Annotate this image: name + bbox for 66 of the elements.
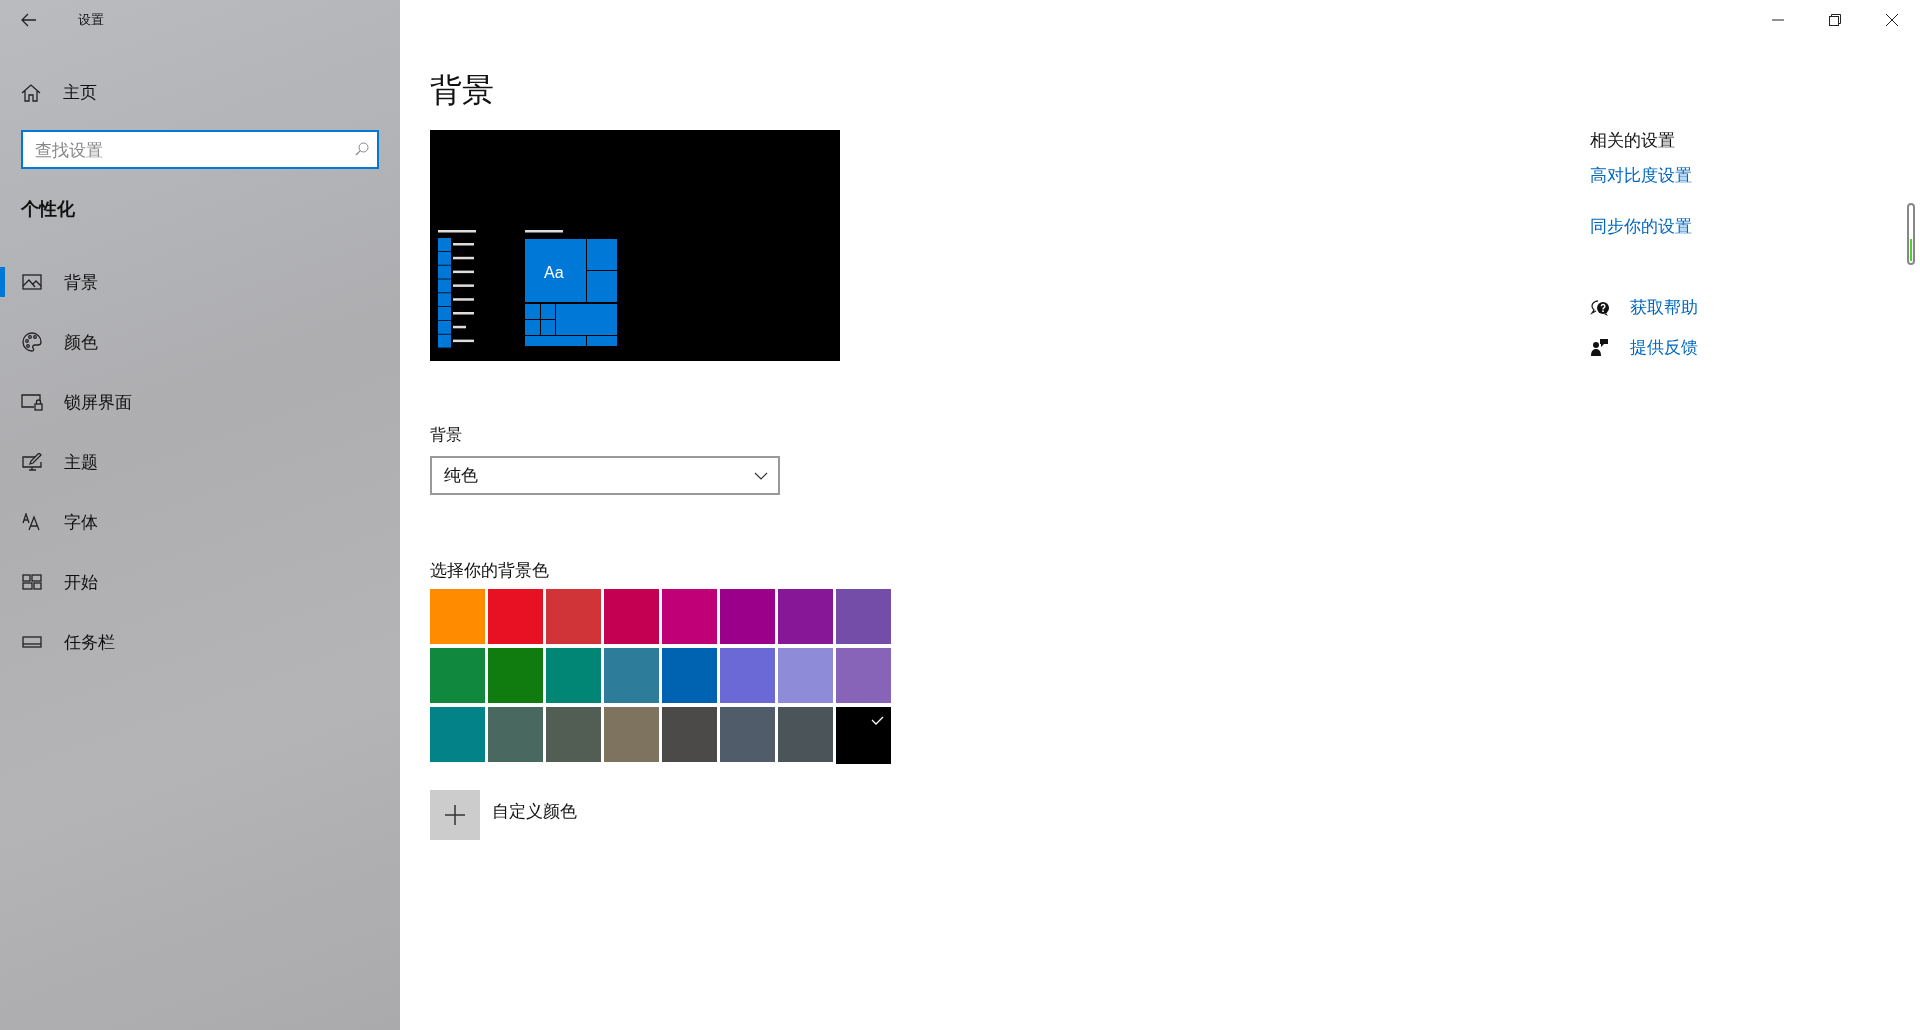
search-icon (355, 142, 369, 156)
picture-icon (22, 274, 42, 290)
home-icon (21, 83, 41, 102)
page-title: 背景 (430, 74, 494, 106)
color-swatch[interactable] (778, 707, 833, 762)
color-swatch[interactable] (720, 589, 775, 644)
tile-label: Aa (544, 264, 564, 281)
color-swatch[interactable] (662, 589, 717, 644)
color-swatch[interactable] (720, 707, 775, 762)
section-label: 选择你的背景色 (430, 559, 549, 582)
nav-item[interactable]: 字体 (0, 492, 400, 552)
color-swatch[interactable] (488, 589, 543, 644)
color-swatch[interactable] (604, 648, 659, 703)
plus-icon (445, 805, 465, 825)
checkmark-icon (871, 716, 884, 725)
nav-item[interactable]: 颜色 (0, 312, 400, 372)
section-heading: 个性化 (21, 197, 76, 221)
font-icon (22, 513, 42, 531)
color-swatch[interactable] (430, 707, 485, 762)
get-help-link[interactable]: 获取帮助 (1630, 296, 1698, 319)
search-field[interactable]: 查找设置 (21, 130, 379, 169)
custom-color-label: 自定义颜色 (492, 800, 577, 823)
feedback-link[interactable]: 提供反馈 (1630, 336, 1698, 359)
settings-link[interactable]: 高对比度设置 (1590, 164, 1692, 187)
color-swatch[interactable] (778, 648, 833, 703)
background-dropdown[interactable]: 纯色 (430, 456, 780, 495)
home-nav-item[interactable]: 主页 (21, 81, 97, 104)
close-icon (1885, 14, 1898, 26)
start-icon (22, 574, 42, 590)
restore-icon (1828, 14, 1841, 26)
feedback-icon (1591, 338, 1609, 357)
color-swatch[interactable] (488, 707, 543, 762)
scroll-indicator (1907, 203, 1915, 265)
color-swatch[interactable] (778, 589, 833, 644)
color-swatch[interactable] (836, 648, 891, 703)
color-swatch[interactable] (430, 589, 485, 644)
nav-item[interactable]: 开始 (0, 552, 400, 612)
color-swatch[interactable] (604, 589, 659, 644)
color-swatch[interactable] (546, 648, 601, 703)
window-title: 设置 (78, 11, 104, 29)
chevron-down-icon (754, 471, 768, 480)
help-icon (1590, 298, 1610, 317)
nav-item[interactable]: 背景 (0, 252, 400, 312)
theme-icon (21, 453, 43, 471)
color-swatch[interactable] (488, 648, 543, 703)
add-custom-color-button[interactable] (430, 790, 480, 840)
back-arrow-icon (21, 13, 37, 27)
nav-item[interactable]: 任务栏 (0, 612, 400, 672)
settings-link[interactable]: 同步你的设置 (1590, 215, 1692, 238)
color-swatch[interactable] (720, 648, 775, 703)
nav-item[interactable]: 锁屏界面 (0, 372, 400, 432)
color-swatch[interactable] (662, 648, 717, 703)
color-swatch[interactable] (662, 707, 717, 762)
taskbar-icon (22, 636, 42, 648)
minimize-icon (1771, 19, 1784, 21)
field-label: 背景 (430, 425, 462, 446)
color-swatch[interactable] (836, 707, 891, 764)
lock-screen-icon (21, 393, 43, 411)
color-swatch[interactable] (604, 707, 659, 762)
color-swatch[interactable] (430, 648, 485, 703)
color-swatch[interactable] (546, 589, 601, 644)
related-settings-heading: 相关的设置 (1590, 129, 1675, 152)
color-swatch[interactable] (546, 707, 601, 762)
color-swatch[interactable] (836, 589, 891, 644)
nav-item[interactable]: 主题 (0, 432, 400, 492)
palette-icon (22, 332, 42, 352)
